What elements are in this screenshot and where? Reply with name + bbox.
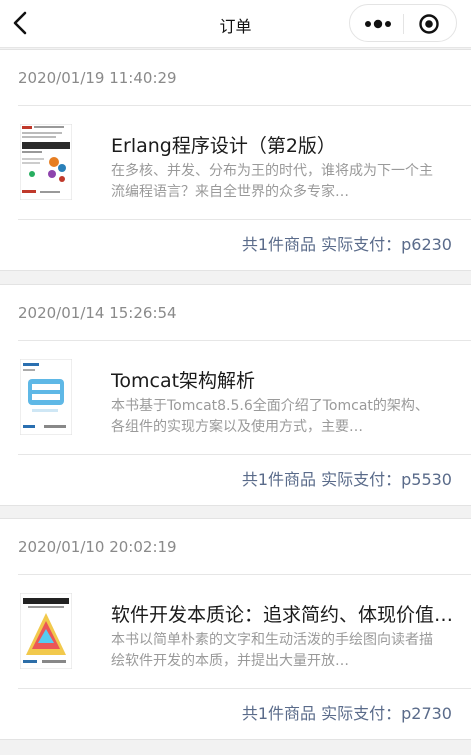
product-title: Tomcat架构解析 [111,370,256,392]
order-date: 2020/01/14 15:26:54 [18,285,471,341]
product-description: 本书以简单朴素的文字和生动活泼的手绘图向读者描绘软件开发的本质，并提出大量开放… [111,632,433,669]
close-mini-program-icon[interactable] [418,13,440,35]
product-description: 在多核、并发、分布为王的时代，谁将成为下一个主流编程语言？来自全世界的众多专家… [111,163,433,200]
order-date: 2020/01/19 11:40:29 [18,50,471,106]
order-card[interactable]: 2020/01/14 15:26:54 Tomcat架构解析 本书基于Tomca… [0,284,471,506]
order-total: 共1件商品 实际支付：p6230 [241,235,452,254]
order-total: 共1件商品 实际支付：p5530 [241,470,452,489]
order-card[interactable]: 2020/01/19 11:40:29 Erlang程序设计（第2版） 在多核、… [0,49,471,271]
product-description: 本书基于Tomcat8.5.6全面介绍了Tomcat的架构、各组件的实现方案以及… [111,398,429,435]
book-cover-image [20,359,72,435]
order-item[interactable]: Tomcat架构解析 本书基于Tomcat8.5.6全面介绍了Tomcat的架构… [18,341,471,455]
mini-program-capsule [349,4,457,42]
order-item[interactable]: Erlang程序设计（第2版） 在多核、并发、分布为王的时代，谁将成为下一个主流… [18,106,471,220]
book-cover-image [20,593,72,669]
order-date: 2020/01/10 20:02:19 [18,519,471,575]
navigation-bar: 订单 [0,0,471,48]
more-icon[interactable] [362,14,394,34]
book-cover-image [20,124,72,200]
order-item[interactable]: 软件开发本质论：追求简约、体现价值、逐步构建 本书以简单朴素的文字和生动活泼的手… [18,575,471,689]
order-card[interactable]: 2020/01/10 20:02:19 软件开发本质论：追求简约、体现价值、逐步… [0,518,471,740]
capsule-divider [403,14,404,34]
order-total: 共1件商品 实际支付：p2730 [241,704,452,723]
product-title: Erlang程序设计（第2版） [111,135,336,157]
product-title: 软件开发本质论：追求简约、体现价值、逐步构建 [111,604,461,626]
